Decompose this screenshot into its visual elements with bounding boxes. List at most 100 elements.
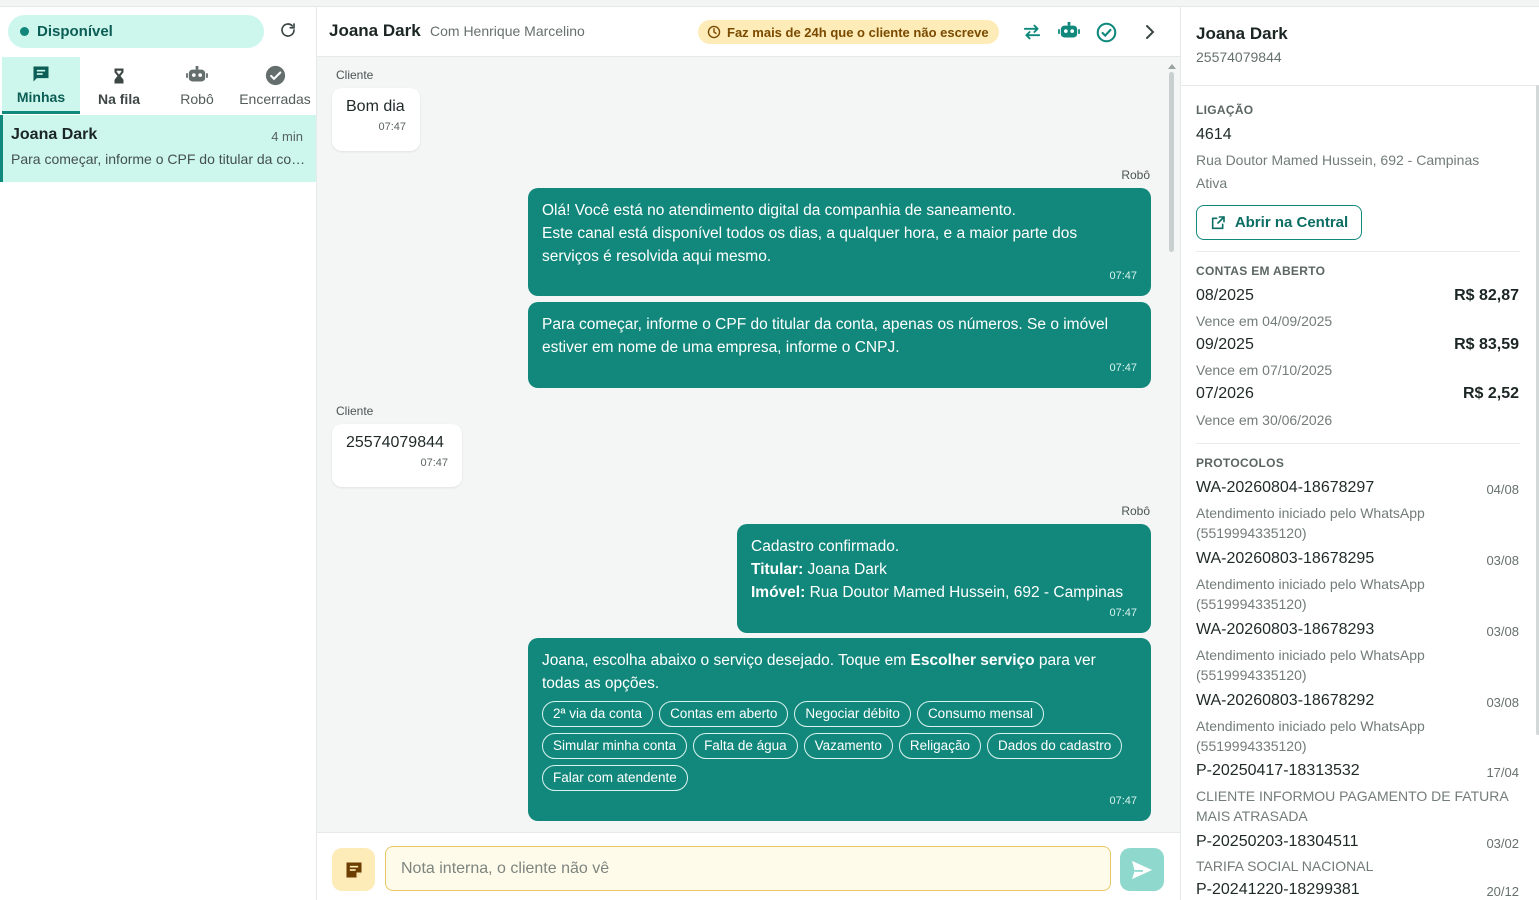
message-scrollbar[interactable] bbox=[1168, 64, 1176, 837]
message-text: Bom dia bbox=[346, 98, 405, 115]
message-incoming: 25574079844 07:47 bbox=[332, 424, 462, 487]
internal-note-toggle[interactable] bbox=[332, 848, 375, 891]
protocol-id[interactable]: P-20250417-18313532 bbox=[1196, 762, 1360, 780]
protocol-date: 17/04 bbox=[1486, 765, 1519, 780]
tab-label: Na fila bbox=[97, 90, 140, 107]
bill-amount: R$ 83,59 bbox=[1454, 336, 1519, 353]
status-dot bbox=[20, 27, 29, 36]
conversation-item[interactable]: Joana Dark 4 min Para começar, informe o… bbox=[0, 115, 316, 182]
conversation-list-panel: Disponível Minhas Na fila Robô Encerrada… bbox=[0, 7, 317, 900]
robot-icon bbox=[186, 65, 208, 87]
bill-due: Vence em 30/06/2026 bbox=[1196, 412, 1333, 428]
protocol-id[interactable]: WA-20260803-18678293 bbox=[1196, 621, 1374, 639]
protocol-date: 20/12 bbox=[1486, 884, 1519, 899]
message-text: Imóvel: Rua Doutor Mamed Hussein, 692 - … bbox=[751, 581, 1137, 604]
option-chip[interactable]: 2ª via da conta bbox=[542, 701, 654, 727]
protocol-id[interactable]: P-20241220-18299381 bbox=[1196, 881, 1360, 899]
protocol-desc: MAIS ATRASADA bbox=[1196, 808, 1308, 824]
label-bold: Titular: bbox=[751, 561, 804, 578]
message-time: 07:47 bbox=[420, 457, 448, 469]
note-icon bbox=[344, 860, 364, 880]
close-conversation-icon[interactable] bbox=[1093, 19, 1119, 45]
option-chip[interactable]: Dados do cadastro bbox=[986, 733, 1123, 759]
send-button[interactable] bbox=[1120, 848, 1164, 891]
protocol-date: 04/08 bbox=[1486, 482, 1519, 497]
open-in-central-button[interactable]: Abrir na Central bbox=[1196, 205, 1362, 240]
label-value: Joana Dark bbox=[803, 561, 887, 578]
protocol-desc: (5519994335120) bbox=[1196, 596, 1307, 612]
bill-ref: 07/2026 bbox=[1196, 385, 1254, 402]
message-text: 25574079844 bbox=[346, 434, 444, 451]
scroll-up-arrow[interactable] bbox=[1168, 64, 1176, 69]
internal-note-input[interactable] bbox=[385, 846, 1111, 891]
tab-robo[interactable]: Robô bbox=[158, 57, 236, 114]
protocol-date: 03/08 bbox=[1486, 553, 1519, 568]
protocol-desc: Atendimento iniciado pelo WhatsApp bbox=[1196, 718, 1425, 734]
tab-na-fila[interactable]: Na fila bbox=[80, 57, 158, 114]
composer bbox=[317, 832, 1180, 900]
chat-agent-info: Com Henrique Marcelino bbox=[430, 23, 585, 39]
section-title-ligacao: LIGAÇÃO bbox=[1196, 103, 1254, 117]
conversation-time: 4 min bbox=[271, 129, 303, 144]
option-chip[interactable]: Religação bbox=[898, 733, 981, 759]
bill-due: Vence em 04/09/2025 bbox=[1196, 313, 1333, 329]
message-outgoing: Para começar, informe o CPF do titular d… bbox=[528, 302, 1151, 388]
option-chip[interactable]: Negociar débito bbox=[794, 701, 911, 727]
protocol-desc: (5519994335120) bbox=[1196, 667, 1307, 683]
message-time: 07:47 bbox=[378, 121, 406, 133]
ligacao-address: Rua Doutor Mamed Hussein, 692 - Campinas bbox=[1196, 152, 1480, 168]
message-text: Titular: Joana Dark bbox=[751, 558, 1137, 581]
message-list: Cliente Bom dia 07:47 Robô Olá! Você est… bbox=[317, 57, 1180, 832]
ligacao-status: Ativa bbox=[1196, 175, 1228, 191]
tab-label: Minhas bbox=[16, 89, 66, 105]
scroll-thumb[interactable] bbox=[1169, 72, 1174, 252]
protocol-desc: Atendimento iniciado pelo WhatsApp bbox=[1196, 576, 1425, 592]
option-chip[interactable]: Contas em aberto bbox=[659, 701, 789, 727]
conversation-tabs: Minhas Na fila Robô Encerradas bbox=[2, 57, 316, 114]
option-chip[interactable]: Falar com atendente bbox=[542, 765, 688, 791]
message-time: 07:47 bbox=[1109, 362, 1137, 374]
tab-encerradas[interactable]: Encerradas bbox=[236, 57, 314, 114]
hourglass-icon bbox=[110, 65, 128, 87]
label-value: Rua Doutor Mamed Hussein, 692 - Campinas bbox=[805, 584, 1124, 601]
robot-icon[interactable] bbox=[1056, 19, 1082, 45]
refresh-icon[interactable] bbox=[277, 21, 299, 43]
top-strip bbox=[0, 0, 1539, 7]
option-chip[interactable]: Vazamento bbox=[803, 733, 893, 759]
option-chip[interactable]: Falta de água bbox=[693, 733, 798, 759]
protocol-desc: Atendimento iniciado pelo WhatsApp bbox=[1196, 505, 1425, 521]
protocol-date: 03/02 bbox=[1486, 836, 1519, 851]
ligacao-id: 4614 bbox=[1196, 126, 1232, 143]
message-sender: Robô bbox=[1121, 168, 1150, 182]
protocol-id[interactable]: P-20250203-18304511 bbox=[1196, 833, 1359, 851]
option-chip[interactable]: Simular minha conta bbox=[542, 733, 688, 759]
chat-icon bbox=[31, 63, 51, 85]
transfer-icon[interactable] bbox=[1019, 19, 1045, 45]
message-text: Olá! Você está no atendimento digital da… bbox=[542, 202, 1016, 219]
check-circle-icon bbox=[265, 65, 286, 87]
clock-icon bbox=[707, 25, 721, 39]
button-label: Abrir na Central bbox=[1234, 214, 1349, 231]
customer-cpf: 25574079844 bbox=[1196, 49, 1282, 65]
service-options: 2ª via da conta Contas em aberto Negocia… bbox=[542, 701, 1137, 797]
message-time: 07:47 bbox=[1109, 270, 1137, 282]
protocol-id[interactable]: WA-20260804-18678297 bbox=[1196, 479, 1374, 497]
tab-label: Encerradas bbox=[239, 90, 311, 107]
inactivity-warning-badge: Faz mais de 24h que o cliente não escrev… bbox=[698, 20, 999, 44]
protocol-date: 03/08 bbox=[1486, 695, 1519, 710]
protocol-desc: CLIENTE INFORMOU PAGAMENTO DE FATURA bbox=[1196, 788, 1509, 804]
bill-ref: 09/2025 bbox=[1196, 336, 1254, 353]
customer-details-panel: Joana Dark 25574079844 LIGAÇÃO 4614 Rua … bbox=[1180, 7, 1539, 900]
chevron-right-icon[interactable] bbox=[1137, 19, 1163, 45]
section-title-protocols: PROTOCOLOS bbox=[1196, 456, 1285, 470]
protocol-id[interactable]: WA-20260803-18678292 bbox=[1196, 692, 1374, 710]
option-chip[interactable]: Consumo mensal bbox=[916, 701, 1044, 727]
tab-minhas[interactable]: Minhas bbox=[2, 57, 80, 114]
availability-status-selector[interactable]: Disponível bbox=[8, 15, 264, 48]
protocol-desc: (5519994335120) bbox=[1196, 738, 1307, 754]
protocol-id[interactable]: WA-20260803-18678295 bbox=[1196, 550, 1374, 568]
tab-label: Robô bbox=[180, 90, 214, 107]
chat-contact-name: Joana Dark bbox=[329, 21, 421, 40]
bill-amount: R$ 82,87 bbox=[1454, 287, 1519, 304]
message-sender: Cliente bbox=[336, 404, 374, 418]
